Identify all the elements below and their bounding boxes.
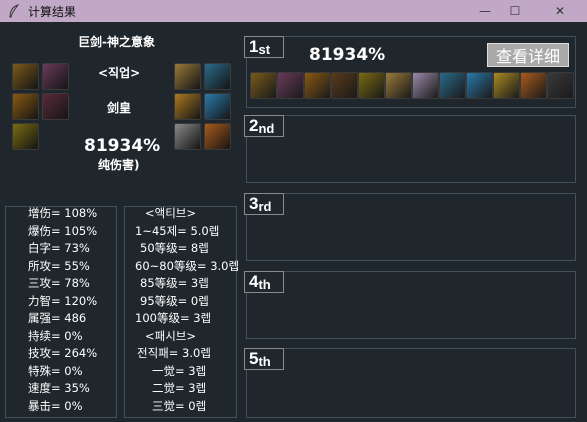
job-header: <직업> xyxy=(98,66,141,80)
damage-note: 纯伤害) xyxy=(98,158,140,172)
stats-list: 增伤= 108% 爆伤= 105% 白字= 73% 所攻= 55% 三攻= 78% 力智=… xyxy=(28,205,97,415)
equip-5-icon[interactable] xyxy=(358,72,385,99)
armor-slot-3-icon[interactable] xyxy=(12,123,39,150)
minimize-button[interactable]: — xyxy=(468,0,502,22)
skill-level-line: 60~80等级= 3.0렙 xyxy=(135,258,240,273)
result-panel-5 xyxy=(246,348,576,418)
result-panel-2 xyxy=(246,115,576,183)
skill-level-line: <패시브> xyxy=(145,328,197,343)
stat-line: 增伤= 108% xyxy=(28,206,98,220)
equip-9-icon[interactable] xyxy=(466,72,493,99)
armor-slot-2-icon[interactable] xyxy=(42,93,69,120)
skill-level-line: 一觉= 3렙 xyxy=(152,363,207,378)
rank-1-number: 1 xyxy=(249,37,259,56)
rank-2-suffix: nd xyxy=(258,121,275,136)
accessory-slot-4-icon[interactable] xyxy=(204,93,231,120)
result-panel-3 xyxy=(246,193,576,261)
accessory-slot-6-icon[interactable] xyxy=(204,123,231,150)
stat-line: 白字= 73% xyxy=(28,241,90,255)
rank-5-label: 5th xyxy=(244,348,284,370)
rank-5-number: 5 xyxy=(249,349,259,368)
equip-7-icon[interactable] xyxy=(412,72,439,99)
accessory-slot-5-icon[interactable] xyxy=(174,123,201,150)
skill-level-line: 1~45제= 5.0렙 xyxy=(135,223,220,238)
stat-line: 所攻= 55% xyxy=(28,258,90,273)
stat-line: 特殊= 0% xyxy=(28,363,83,378)
skill-level-line: 95等级= 0렙 xyxy=(140,293,209,308)
character-name: 巨剑-神之意象 xyxy=(78,35,155,49)
weapon-slot-1-icon[interactable] xyxy=(12,63,39,90)
weapon-slot-2-icon[interactable] xyxy=(42,63,69,90)
accessory-slot-1-icon[interactable] xyxy=(174,63,201,90)
skill-level-line: 85等级= 3렙 xyxy=(140,276,209,290)
equip-6-icon[interactable] xyxy=(385,72,412,99)
accessory-slot-3-icon[interactable] xyxy=(174,93,201,120)
equip-10-icon[interactable] xyxy=(493,72,520,99)
close-button[interactable]: ✕ xyxy=(543,0,577,22)
equip-4-icon[interactable] xyxy=(331,72,358,99)
skill-levels-panel: <액티브> 1~45제= 5.0렙 50等级= 8렙 60~80等级= 3.0렙 85等… xyxy=(124,205,239,418)
stat-line: 属强= 486 xyxy=(28,311,87,325)
stat-line: 爆伤= 105% xyxy=(28,223,98,238)
result-panel-4 xyxy=(246,271,576,339)
view-details-button[interactable]: 查看详细 xyxy=(487,43,569,67)
character-damage: 81934% xyxy=(84,136,161,156)
stat-line: 速度= 35% xyxy=(28,381,90,395)
skill-level-line: 100等级= 3렙 xyxy=(135,311,212,325)
stats-panel: 增伤= 108% 爆伤= 105% 白字= 73% 所攻= 55% 三攻= 78% 力智=… xyxy=(5,206,117,418)
stat-line: 技攻= 264% xyxy=(28,346,98,360)
rank-5-suffix: th xyxy=(258,354,271,369)
rank-3-label: 3rd xyxy=(244,193,284,215)
rank-4-suffix: th xyxy=(258,277,271,292)
rank-4-number: 4 xyxy=(249,272,259,291)
equip-12-icon[interactable] xyxy=(547,72,574,99)
rank-2-label: 2nd xyxy=(244,115,284,137)
rank-2-number: 2 xyxy=(249,116,259,135)
armor-slot-1-icon[interactable] xyxy=(12,93,39,120)
equip-2-icon[interactable] xyxy=(277,72,304,99)
equip-11-icon[interactable] xyxy=(520,72,547,99)
skill-levels-list: <액티브> 1~45제= 5.0렙 50等级= 8렙 60~80等级= 3.0렙 85等… xyxy=(135,205,239,415)
skill-level-line: 50等级= 8렙 xyxy=(140,241,209,255)
rank-1-equipment-row xyxy=(250,72,575,102)
skill-level-line: 二觉= 3렙 xyxy=(152,381,207,395)
window-title: 计算结果 xyxy=(28,4,77,19)
stat-line: 暴击= 0% xyxy=(28,398,83,413)
rank-3-number: 3 xyxy=(249,194,259,213)
skill-level-line: <액티브> xyxy=(145,206,197,220)
maximize-button[interactable]: ☐ xyxy=(498,0,532,22)
rank-1-label: 1st xyxy=(244,36,284,58)
equip-3-icon[interactable] xyxy=(304,72,331,99)
equip-8-icon[interactable] xyxy=(439,72,466,99)
stat-line: 力智= 120% xyxy=(28,293,98,308)
stat-line: 三攻= 78% xyxy=(28,276,90,290)
rank-1-damage: 81934% xyxy=(309,45,386,65)
accessory-slot-2-icon[interactable] xyxy=(204,63,231,90)
skill-level-line: 전직패= 3.0렙 xyxy=(137,346,211,360)
stat-line: 持续= 0% xyxy=(28,328,83,343)
rank-1-suffix: st xyxy=(258,42,271,57)
skill-level-line: 三觉= 0렙 xyxy=(152,398,207,413)
job-name: 剑皇 xyxy=(107,101,132,115)
rank-4-label: 4th xyxy=(244,271,284,293)
feather-icon xyxy=(6,3,22,19)
equip-1-icon[interactable] xyxy=(250,72,277,99)
rank-3-suffix: rd xyxy=(258,199,272,214)
title-bar: 计算结果 — ☐ ✕ xyxy=(0,0,587,22)
